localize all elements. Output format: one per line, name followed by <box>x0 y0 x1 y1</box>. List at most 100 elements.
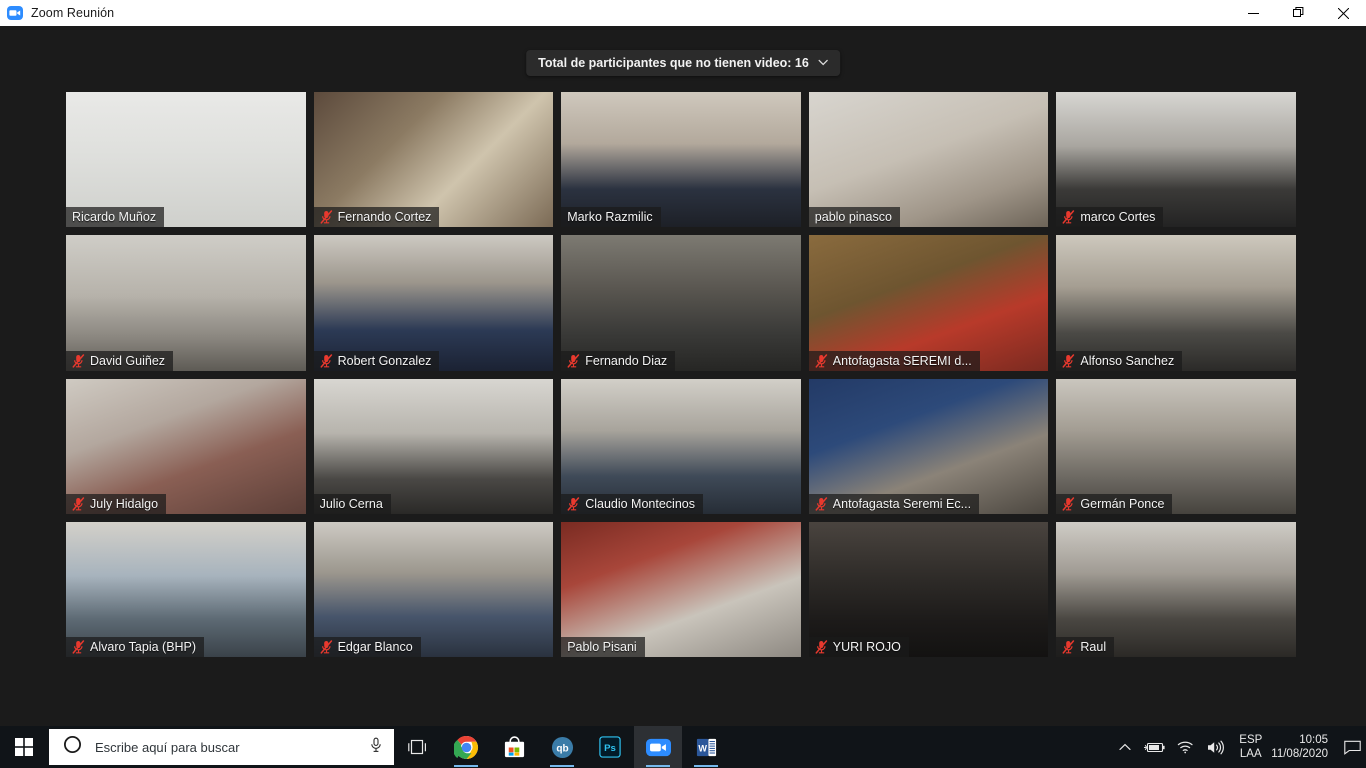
participant-name-bar: Antofagasta SEREMI d... <box>808 350 980 371</box>
participant-name-bar: July Hidalgo <box>66 493 167 514</box>
muted-mic-icon <box>72 353 85 368</box>
participant-tile[interactable]: Claudio Montecinos <box>561 378 801 514</box>
notification-center-icon[interactable] <box>1338 726 1366 768</box>
chevron-down-icon[interactable] <box>818 59 828 68</box>
participant-tile[interactable]: YURI ROJO <box>808 521 1049 657</box>
qbittorrent-icon[interactable]: qb <box>538 726 586 768</box>
participant-name-bar: Julio Cerna <box>313 493 391 514</box>
participant-tile[interactable]: Pablo Pisani <box>561 521 801 657</box>
language-line-1: ESP <box>1239 734 1263 746</box>
participant-name-bar: Antofagasta Seremi Ec... <box>808 493 980 514</box>
participant-tile[interactable]: Robert Gonzalez <box>313 235 554 371</box>
google-chrome-icon[interactable] <box>442 726 490 768</box>
svg-text:qb: qb <box>556 743 568 754</box>
participant-tile[interactable]: Antofagasta SEREMI d... <box>808 235 1049 371</box>
no-video-participants-label: Total de participantes que no tienen vid… <box>538 56 809 70</box>
zoom-icon[interactable] <box>634 726 682 768</box>
participant-name-bar: Marko Razmilic <box>561 207 661 228</box>
muted-mic-icon <box>567 353 580 368</box>
participant-tile[interactable]: pablo pinasco <box>808 92 1049 228</box>
participant-tile[interactable]: Fernando Cortez <box>313 92 554 228</box>
microsoft-store-icon[interactable] <box>490 726 538 768</box>
muted-mic-icon <box>1062 640 1075 654</box>
participant-name: YURI ROJO <box>832 640 901 654</box>
word-icon[interactable]: W <box>682 726 730 768</box>
participant-name-bar: YURI ROJO <box>808 637 909 657</box>
participant-name: Germán Ponce <box>1080 496 1165 511</box>
show-hidden-icons-icon[interactable] <box>1113 743 1137 752</box>
participant-tile[interactable]: Marko Razmilic <box>561 92 801 228</box>
participant-tile[interactable]: Alvaro Tapia (BHP) <box>66 521 306 657</box>
close-button[interactable] <box>1321 0 1366 26</box>
participant-tile[interactable]: David Guiñez <box>66 235 306 371</box>
clock[interactable]: 10:05 11/08/2020 <box>1271 733 1338 761</box>
no-video-participants-banner[interactable]: Total de participantes que no tienen vid… <box>526 50 840 76</box>
muted-mic-icon <box>1062 497 1075 511</box>
volume-icon[interactable] <box>1200 740 1230 755</box>
participant-name: Antofagasta Seremi Ec... <box>832 496 972 511</box>
muted-mic-icon <box>320 353 332 368</box>
svg-text:W: W <box>698 743 707 753</box>
microphone-icon[interactable] <box>369 737 383 758</box>
window-title: Zoom Reunión <box>31 6 115 20</box>
participant-name: Edgar Blanco <box>337 640 413 654</box>
muted-mic-icon <box>72 497 85 511</box>
participant-name: Alfonso Sanchez <box>1080 353 1175 368</box>
muted-mic-icon <box>320 640 332 654</box>
participant-name-bar: Fernando Diaz <box>561 350 676 371</box>
muted-mic-icon <box>320 210 332 224</box>
participant-tile[interactable]: Germán Ponce <box>1056 378 1296 514</box>
participant-name: Ricardo Muñoz <box>72 210 157 225</box>
photoshop-icon[interactable]: Ps <box>586 726 634 768</box>
participant-name-bar: Fernando Cortez <box>313 207 440 228</box>
participant-tile[interactable]: Raul <box>1056 521 1296 657</box>
wifi-icon[interactable] <box>1171 740 1200 754</box>
participant-name: pablo pinasco <box>814 210 892 225</box>
clock-date: 11/08/2020 <box>1271 748 1328 760</box>
participant-name: David Guiñez <box>90 353 166 368</box>
participant-name: Alvaro Tapia (BHP) <box>90 640 197 654</box>
participant-name-bar: Robert Gonzalez <box>313 350 440 371</box>
language-line-2: LAA <box>1239 748 1262 760</box>
window-controls <box>1231 0 1366 26</box>
participant-video-grid: Ricardo Muñoz Fernando Cortez Marko Razmi… <box>66 92 1296 657</box>
participant-name-bar: Edgar Blanco <box>313 637 421 657</box>
muted-mic-icon <box>815 353 827 368</box>
task-view-icon[interactable] <box>394 726 442 768</box>
window-title-bar: Zoom Reunión <box>0 0 1366 26</box>
participant-tile[interactable]: July Hidalgo <box>66 378 306 514</box>
participant-name-bar: Germán Ponce <box>1056 493 1173 514</box>
participant-tile[interactable]: Julio Cerna <box>313 378 554 514</box>
system-tray: ESP LAA 10:05 11/08/2020 <box>1113 726 1366 768</box>
muted-mic-icon <box>1062 353 1075 368</box>
participant-name: Robert Gonzalez <box>337 353 432 368</box>
participant-name: Antofagasta SEREMI d... <box>832 353 972 368</box>
participant-name-bar: David Guiñez <box>66 350 174 371</box>
muted-mic-icon <box>815 497 827 511</box>
participant-tile[interactable]: Fernando Diaz <box>561 235 801 371</box>
participant-name: Julio Cerna <box>319 496 383 511</box>
search-input-placeholder[interactable]: Escribe aquí para buscar <box>95 740 240 755</box>
participant-name-bar: Pablo Pisani <box>561 637 645 657</box>
participant-name: Marko Razmilic <box>567 210 653 225</box>
participant-tile[interactable]: Ricardo Muñoz <box>66 92 306 228</box>
participant-name-bar: Raul <box>1056 637 1115 657</box>
participant-name: July Hidalgo <box>90 496 159 511</box>
participant-tile[interactable]: Antofagasta Seremi Ec... <box>808 378 1049 514</box>
start-button[interactable] <box>0 726 48 768</box>
participant-tile[interactable]: marco Cortes <box>1056 92 1296 228</box>
restore-button[interactable] <box>1276 0 1321 26</box>
language-indicator[interactable]: ESP LAA <box>1230 733 1271 761</box>
participant-name-bar: Ricardo Muñoz <box>66 207 165 228</box>
participant-name: Pablo Pisani <box>567 640 637 654</box>
svg-text:Ps: Ps <box>604 743 616 754</box>
minimize-button[interactable] <box>1231 0 1276 26</box>
muted-mic-icon <box>815 640 827 654</box>
clock-time: 10:05 <box>1299 734 1328 746</box>
muted-mic-icon <box>1062 210 1075 224</box>
search-box[interactable]: Escribe aquí para buscar <box>49 729 394 765</box>
participant-tile[interactable]: Edgar Blanco <box>313 521 554 657</box>
battery-icon[interactable] <box>1137 741 1171 754</box>
participant-tile[interactable]: Alfonso Sanchez <box>1056 235 1296 371</box>
participant-name-bar: marco Cortes <box>1056 207 1164 228</box>
